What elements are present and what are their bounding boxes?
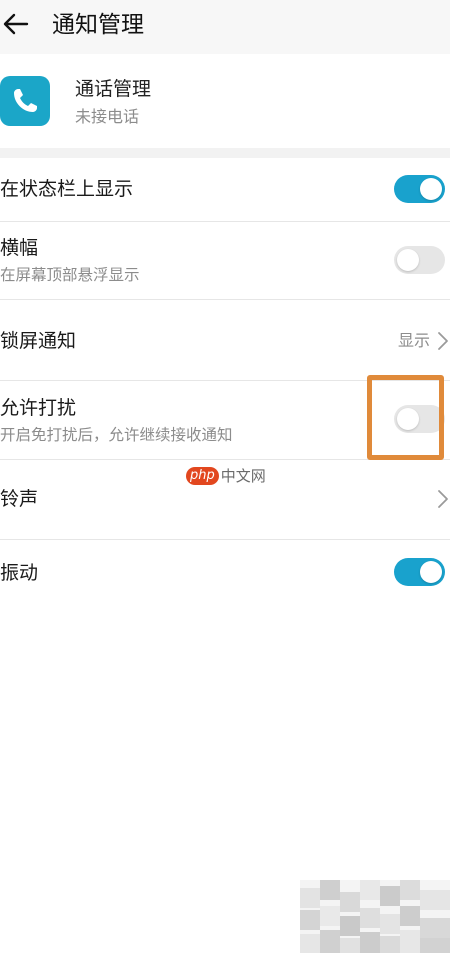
setting-value: 显示	[397, 331, 430, 350]
vibrate-toggle[interactable]	[394, 558, 445, 586]
app-name: 通话管理	[75, 78, 152, 100]
setting-label: 在状态栏上显示	[0, 178, 134, 200]
setting-label: 铃声	[0, 488, 39, 510]
app-info: 通话管理 未接电话	[0, 54, 450, 150]
phone-app-icon	[0, 76, 50, 126]
page-title: 通知管理	[52, 12, 144, 38]
setting-label: 振动	[0, 562, 39, 584]
setting-description: 在屏幕顶部悬浮显示	[0, 266, 140, 284]
toggle-knob	[420, 178, 442, 200]
setting-description: 开启免打扰后，允许继续接收通知	[0, 426, 233, 444]
setting-label: 锁屏通知	[0, 330, 77, 352]
setting-label: 横幅	[0, 237, 39, 259]
chevron-right-icon	[436, 330, 450, 352]
setting-status-bar[interactable]: 在状态栏上显示	[0, 158, 450, 222]
setting-vibrate[interactable]: 振动	[0, 540, 450, 606]
highlight-box	[367, 375, 444, 460]
section-gap	[0, 148, 450, 158]
setting-lock-screen[interactable]: 锁屏通知 显示	[0, 300, 450, 381]
setting-label: 允许打扰	[0, 397, 77, 419]
toggle-knob	[397, 249, 419, 271]
mosaic-overlay	[300, 880, 450, 953]
phone-icon	[14, 89, 37, 112]
setting-ringtone[interactable]: 铃声	[0, 460, 450, 540]
status-bar-toggle[interactable]	[394, 175, 445, 203]
app-subtitle: 未接电话	[75, 107, 140, 126]
toggle-knob	[420, 561, 442, 583]
chevron-right-icon	[436, 488, 450, 510]
setting-banner[interactable]: 横幅 在屏幕顶部悬浮显示	[0, 222, 450, 300]
banner-toggle[interactable]	[394, 246, 445, 274]
arrow-left-icon[interactable]	[2, 10, 30, 38]
top-bar: 通知管理	[0, 0, 450, 54]
